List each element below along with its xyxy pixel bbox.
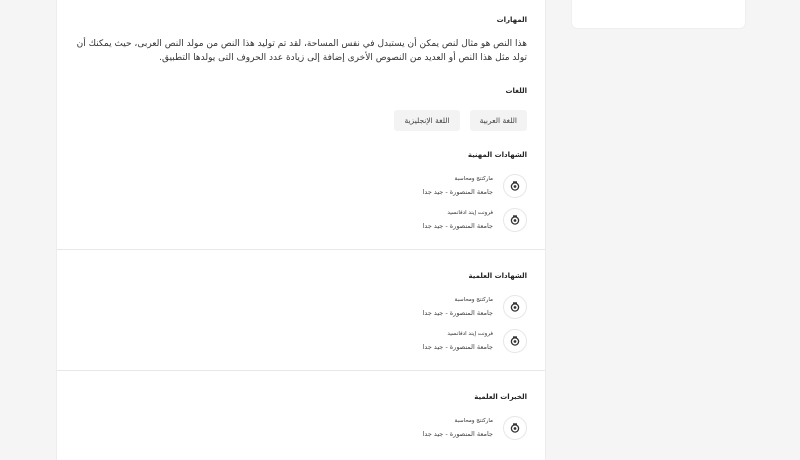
cert-school: جامعة المنصورة - جيد جدا: [422, 188, 493, 196]
cert-name: فرونت إيند ادفانسيد: [447, 210, 493, 216]
award-badge-icon: [503, 416, 527, 440]
award-badge-icon: [503, 208, 527, 232]
cert-name: ماركتنج ومحاسبة: [454, 176, 493, 182]
cert-name: ماركتنج ومحاسبة: [454, 297, 493, 303]
cert-school: جامعة المنصورة - جيد جدا: [422, 222, 493, 230]
languages-title: اللغات: [505, 87, 528, 95]
language-chip-english[interactable]: اللغة الإنجليزية: [394, 110, 460, 131]
languages-list: اللغة العربية اللغة الإنجليزية: [75, 110, 527, 131]
award-badge-icon: [503, 329, 527, 353]
professional-certs-title: الشهادات المهنية: [467, 151, 527, 159]
language-chip-arabic[interactable]: اللغة العربية: [469, 110, 527, 131]
cert-item: ماركتنج ومحاسبة جامعة المنصورة - جيد جدا: [75, 290, 527, 324]
experience-list: ماركتنج ومحاسبة جامعة المنصورة - جيد جدا: [75, 411, 527, 445]
cert-name: فرونت إيند ادفانسيد: [447, 331, 493, 337]
cert-school: جامعة المنصورة - جيد جدا: [422, 309, 493, 317]
skills-title: المهارات: [496, 16, 527, 24]
languages-section: اللغات اللغة العربية اللغة الإنجليزية: [57, 65, 545, 131]
skills-text: هذا النص هو مثال لنص يمكن أن يستبدل في ن…: [76, 39, 527, 63]
cert-item: ماركتنج ومحاسبة جامعة المنصورة - جيد جدا: [75, 169, 527, 203]
academic-certs-list: ماركتنج ومحاسبة جامعة المنصورة - جيد جدا…: [75, 290, 527, 358]
academic-certs-section: الشهادات العلمية ماركتنج ومحاسبة جامعة ا…: [57, 250, 545, 358]
skills-section: المهارات هذا النص هو مثال لنص يمكن أن يس…: [57, 0, 545, 65]
experience-item: ماركتنج ومحاسبة جامعة المنصورة - جيد جدا: [75, 411, 527, 445]
award-badge-icon: [503, 295, 527, 319]
cert-item: فرونت إيند ادفانسيد جامعة المنصورة - جيد…: [75, 203, 527, 237]
side-card: [571, 0, 746, 29]
academic-certs-title: الشهادات العلمية: [468, 272, 528, 280]
experience-section: الخبرات العلمية ماركتنج ومحاسبة جامعة ال…: [57, 371, 545, 445]
cert-school: جامعة المنصورة - جيد جدا: [422, 343, 493, 351]
award-badge-icon: [503, 174, 527, 198]
experience-school: جامعة المنصورة - جيد جدا: [422, 430, 493, 438]
professional-certs-list: ماركتنج ومحاسبة جامعة المنصورة - جيد جدا…: [75, 169, 527, 237]
experience-title: الخبرات العلمية: [474, 393, 527, 401]
experience-name: ماركتنج ومحاسبة: [454, 418, 493, 424]
professional-certs-section: الشهادات المهنية ماركتنج ومحاسبة جامعة ا…: [57, 131, 545, 237]
cert-item: فرونت إيند ادفانسيد جامعة المنصورة - جيد…: [75, 324, 527, 358]
profile-card: المهارات هذا النص هو مثال لنص يمكن أن يس…: [56, 0, 546, 460]
